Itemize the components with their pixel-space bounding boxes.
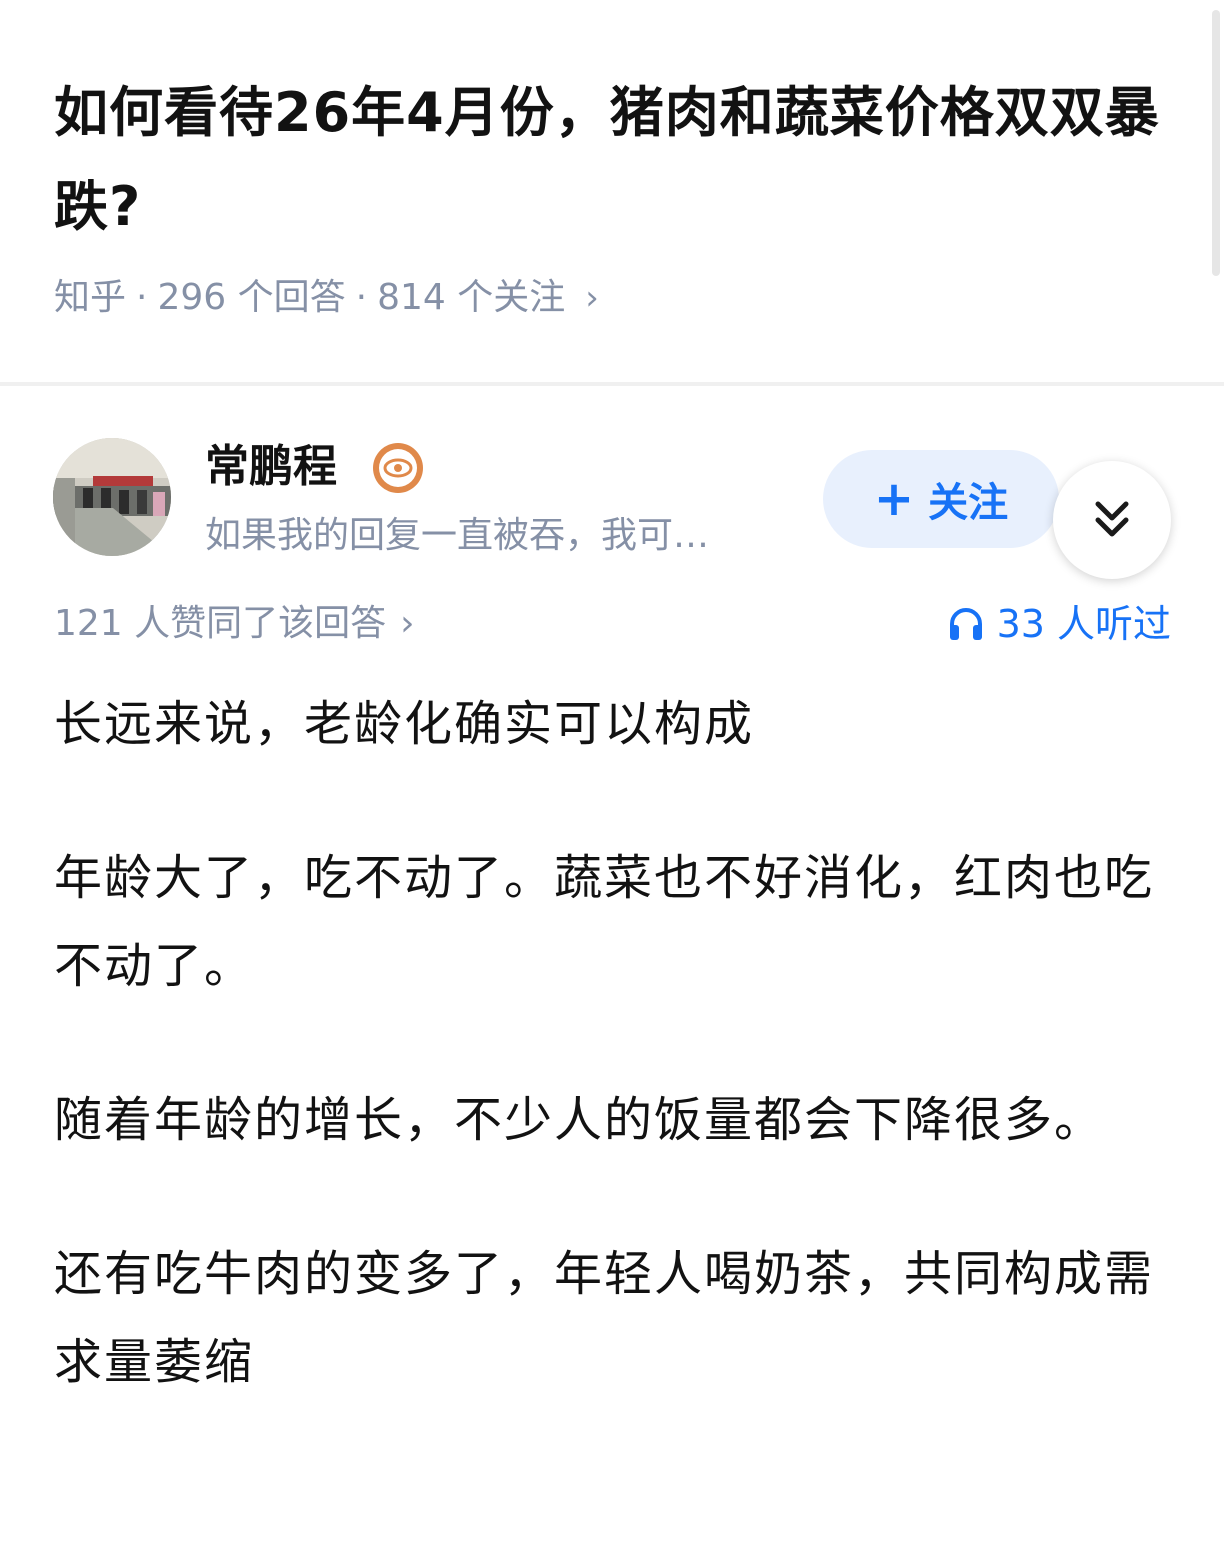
upvote-summary[interactable]: 121 人赞同了该回答 › [54, 598, 415, 650]
source-label: 知乎 [54, 277, 127, 318]
collapse-button[interactable] [1053, 461, 1171, 579]
follow-label: 关注 [928, 480, 1009, 526]
chevron-right-icon: › [400, 603, 415, 644]
answer-count: 296 个回答 [157, 277, 346, 318]
headphones-icon [949, 608, 982, 640]
answer-paragraph: 随着年龄的增长，不少人的饭量都会下降很多。 [54, 1092, 1105, 1148]
answer-paragraph: 年龄大了，吃不动了。蔬菜也不好消化，红肉也吃不动了。 [54, 850, 1155, 994]
meta-separator: · [136, 277, 148, 318]
author-bio: 如果我的回复一直被吞，我可… [205, 515, 710, 556]
upvote-count: 121 人赞同了该回答 [54, 603, 387, 644]
answer-body: 长远来说，老龄化确实可以构成 年龄大了，吃不动了。蔬菜也不好消化，红肉也吃不动了… [54, 680, 1174, 1472]
follower-count: 814 个关注 [377, 277, 566, 318]
scrollbar[interactable] [1212, 10, 1220, 276]
answer-paragraph: 长远来说，老龄化确实可以构成 [54, 696, 755, 752]
plus-icon: + [873, 471, 915, 527]
answer-page: 如何看待26年4月份，猪肉和蔬菜价格双双暴跌? 知乎 · 296 个回答 · 814 个… [0, 0, 1224, 1557]
double-chevron-down-icon [1095, 501, 1129, 537]
section-divider [0, 382, 1224, 386]
question-meta[interactable]: 知乎 · 296 个回答 · 814 个关注 › [54, 272, 599, 324]
avatar-photo [53, 438, 171, 556]
follow-button[interactable]: + 关注 [823, 450, 1059, 548]
eye-badge-icon [373, 443, 423, 493]
listen-count-label: 33 人听过 [996, 602, 1171, 646]
listen-count[interactable]: 33 人听过 [947, 598, 1171, 650]
question-title[interactable]: 如何看待26年4月份，猪肉和蔬菜价格双双暴跌? [54, 66, 1174, 254]
answer-paragraph: 还有吃牛肉的变多了，年轻人喝奶茶，共同构成需求量萎缩 [54, 1246, 1155, 1390]
author-name[interactable]: 常鹏程 [205, 438, 337, 496]
avatar[interactable] [53, 438, 171, 556]
chevron-right-icon: › [585, 278, 599, 318]
meta-separator: · [355, 277, 368, 318]
